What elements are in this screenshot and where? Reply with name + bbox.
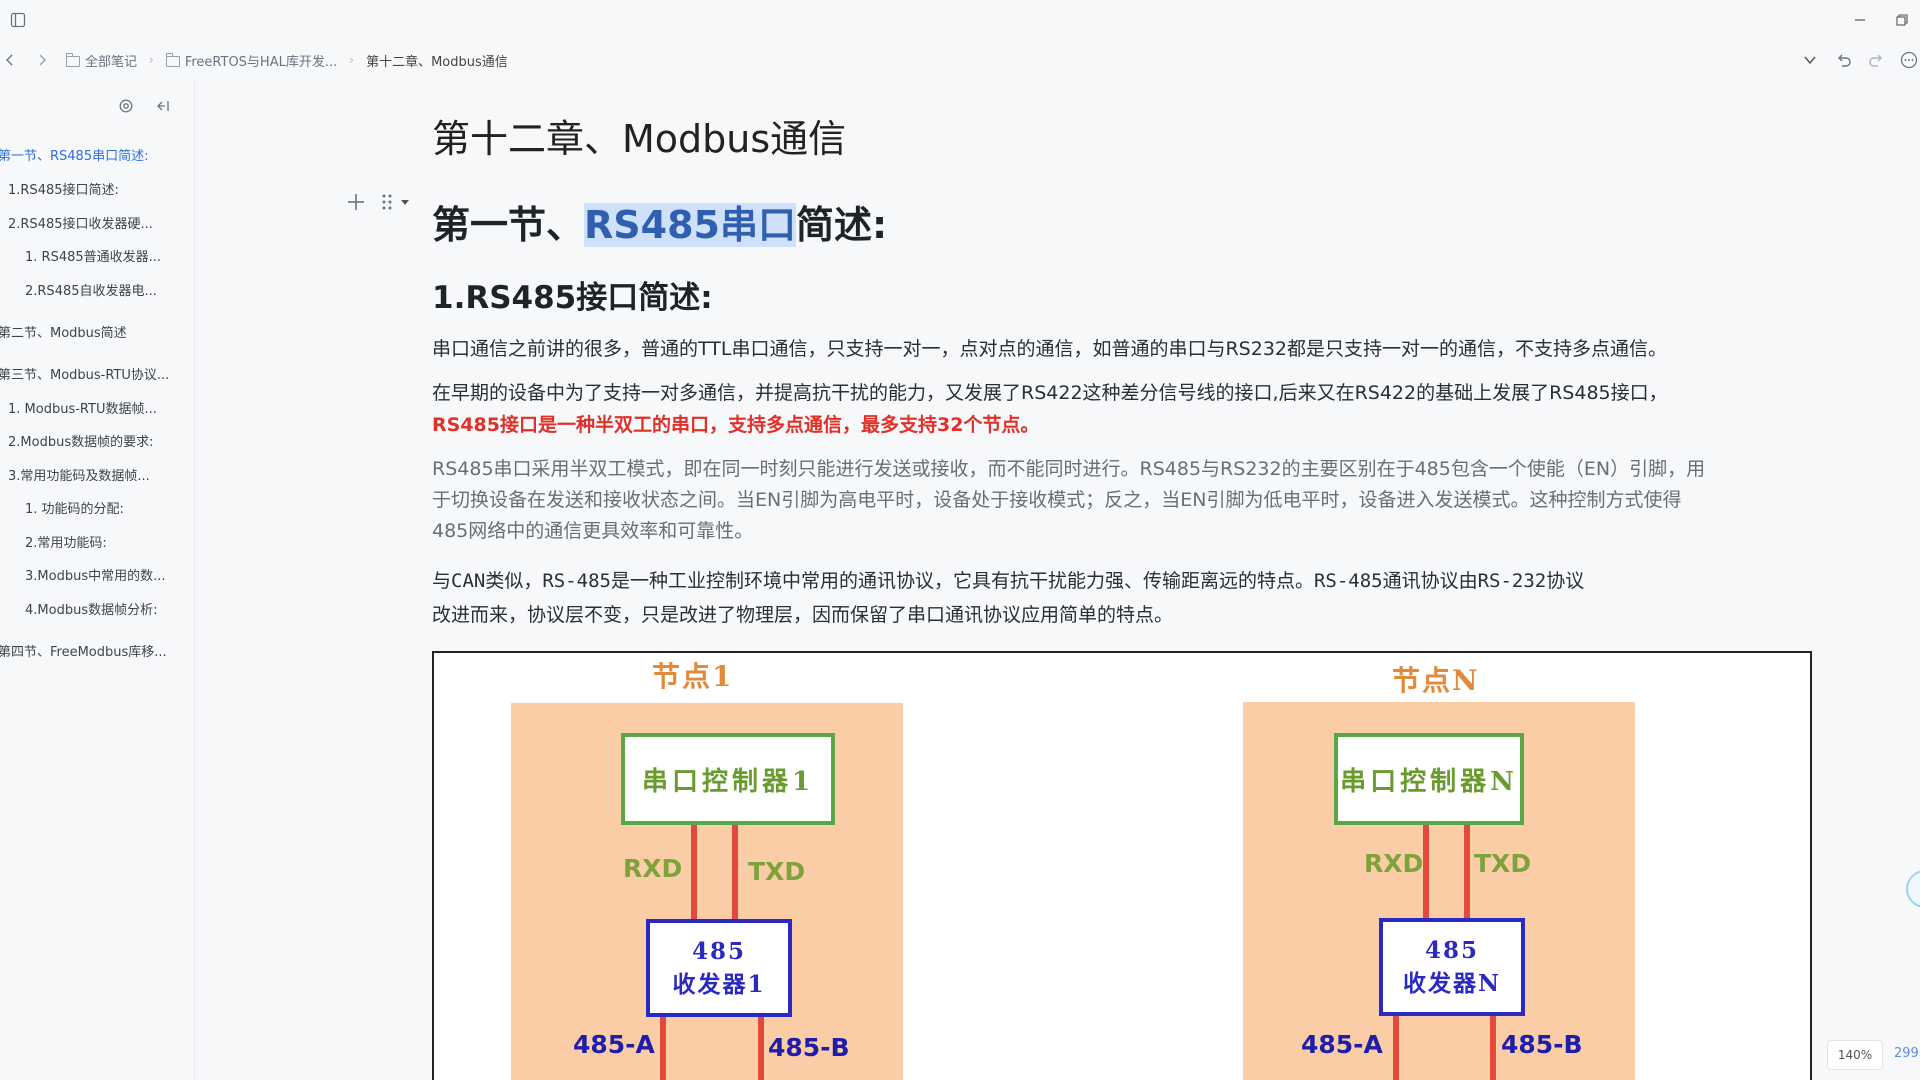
node1-rxd-wire [691,825,697,919]
breadcrumb-item-current: 第十二章、Modbus通信 [366,54,508,70]
chevron-down-icon[interactable] [1800,50,1820,70]
toc-item[interactable]: 1. 功能码的分配: [25,497,176,523]
outline-sidebar: 第一节、RS485串口简述: 1.RS485接口简述: 2.RS485接口收发器… [0,80,195,1080]
noden-controller: 串口控制器N [1334,733,1524,825]
subsection-heading[interactable]: 1.RS485接口简述: [432,272,713,317]
floating-assistant-button[interactable] [1906,870,1920,908]
toggle-sidebar-icon[interactable] [8,10,28,30]
node1-bus-b-label: 485-B [768,1033,850,1062]
rs485-diagram-image[interactable]: 节点1 串口控制器1 RXD TXD 485 收发器1 485-A 485-B … [432,651,1812,1080]
toc-item[interactable]: 第二节、Modbus简述 [0,321,176,347]
title-bar [0,0,1920,40]
node1-transceiver: 485 收发器1 [646,919,792,1017]
noden-rxd-wire [1423,825,1429,919]
toc-item[interactable]: 2.Modbus数据帧的要求: [8,430,176,456]
paragraph[interactable]: RS485串口采用半双工模式，即在同一时刻只能进行发送或接收，而不能同时进行。R… [432,454,1705,485]
noden-txd-wire [1464,825,1470,919]
noden-bus-a-wire [1393,1016,1399,1080]
noden-transceiver: 485 收发器N [1379,918,1525,1016]
undo-icon[interactable] [1834,50,1854,70]
chevron-right-icon: › [349,53,355,67]
drag-handle-icon[interactable] [380,192,394,212]
toc-item[interactable]: 3.常用功能码及数据帧... [8,464,176,490]
toc-item[interactable]: 1. RS485普通收发器... [25,245,176,271]
paragraph[interactable]: 485网络中的通信更具效率和可靠性。 [432,516,753,547]
toc-item[interactable]: 2.常用功能码: [25,531,176,557]
node1-title: 节点1 [652,660,734,693]
selected-text: RS485串口 [584,203,796,247]
forward-icon[interactable] [32,50,52,70]
folder-icon [66,52,80,67]
breadcrumb-item-all-notes[interactable]: 全部笔记 [66,51,137,70]
toc-item[interactable]: 1.RS485接口简述: [8,178,176,204]
node1-controller: 串口控制器1 [621,733,835,825]
settings-icon[interactable] [116,96,136,116]
node1-txd-label: TXD [748,857,806,886]
collapse-caret-icon[interactable] [400,197,410,207]
more-options-icon[interactable] [1898,49,1920,71]
paragraph[interactable]: 在早期的设备中为了支持一对多通信，并提高抗干扰的能力，又发展了RS422这种差分… [432,378,1668,409]
noden-title: 节点N [1392,664,1480,697]
back-icon[interactable] [0,50,20,70]
word-count: 299 [1894,1046,1919,1061]
block-toolbar [346,192,410,212]
breadcrumb-item-notebook[interactable]: FreeRTOS与HAL库开发... [165,51,337,70]
noden-bus-b-label: 485-B [1501,1030,1583,1059]
paragraph-emphasis[interactable]: RS485接口是一种半双工的串口，支持多点通信，最多支持32个节点。 [432,410,1039,441]
toc-item[interactable]: 3.Modbus中常用的数... [25,564,176,590]
node1-bus-a-wire [660,1017,666,1080]
section-heading[interactable]: 第一节、RS485串口简述: [432,194,887,249]
noden-txd-label: TXD [1474,849,1532,878]
folder-icon [165,52,180,67]
noden-bus-b-wire [1490,1016,1496,1080]
paragraph[interactable]: 于切换设备在发送和接收状态之间。当EN引脚为高电平时，设备处于接收模式；反之，当… [432,485,1681,516]
breadcrumb: 全部笔记 › FreeRTOS与HAL库开发... › 第十二章、Modbus通… [66,40,508,80]
node1-bus-b-wire [758,1017,764,1080]
chevron-right-icon: › [149,53,154,67]
collapse-sidebar-icon[interactable] [153,96,173,116]
noden-bus-a-label: 485-A [1301,1030,1383,1059]
toc-item[interactable]: 2.RS485接口收发器硬... [8,212,176,238]
noden-rxd-label: RXD [1364,849,1424,878]
redo-icon[interactable] [1866,50,1886,70]
toc-item[interactable]: 第三节、Modbus-RTU协议... [0,363,176,389]
node1-txd-wire [732,825,738,919]
navigation-bar: 全部笔记 › FreeRTOS与HAL库开发... › 第十二章、Modbus通… [0,40,1920,80]
node1-bus-a-label: 485-A [573,1030,655,1059]
add-block-icon[interactable] [346,192,366,212]
toc-item[interactable]: 第四节、FreeModbus库移... [0,640,176,666]
paragraph[interactable]: 与CAN类似，RS-485是一种工业控制环境中常用的通讯协议，它具有抗干扰能力强… [432,564,1584,598]
toc-item[interactable]: 4.Modbus数据帧分析: [25,598,176,624]
minimize-icon[interactable] [1850,10,1870,30]
zoom-level[interactable]: 140% [1827,1040,1883,1070]
toc-item[interactable]: 第一节、RS485串口简述: [0,144,176,170]
toc-item[interactable]: 2.RS485自收发器电... [25,279,176,305]
paragraph[interactable]: 改进而来，协议层不变，只是改进了物理层，因而保留了串口通讯协议应用简单的特点。 [432,598,1173,632]
page-title[interactable]: 第十二章、Modbus通信 [432,108,846,163]
toc-item[interactable]: 1. Modbus-RTU数据帧... [8,397,176,423]
paragraph[interactable]: 串口通信之前讲的很多，普通的TTL串口通信，只支持一对一，点对点的通信，如普通的… [432,334,1667,365]
node1-rxd-label: RXD [623,854,683,883]
restore-icon[interactable] [1892,10,1912,30]
